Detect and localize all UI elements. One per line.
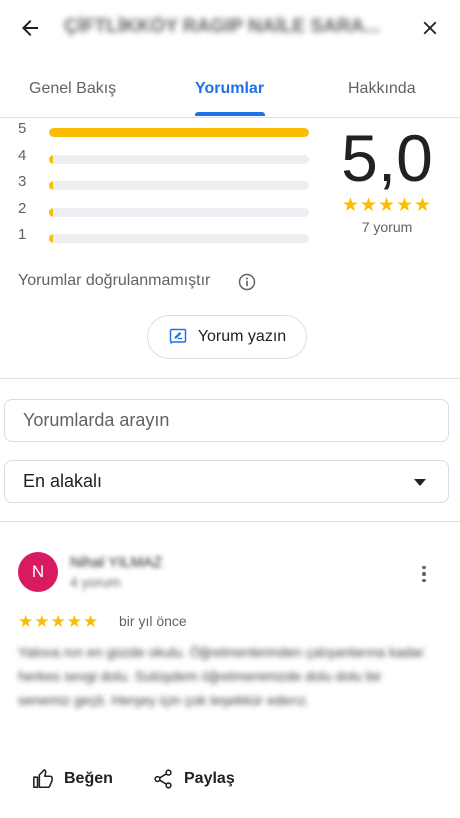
share-icon [154, 769, 172, 789]
sort-selected-value: En alakalı [23, 471, 103, 491]
app-header: ÇİFTLİKKÖY RAGIP NAİLE SARA... [0, 0, 460, 56]
review-stars-icon: ★★★★★ [18, 612, 100, 631]
histogram-bar-track [49, 181, 309, 190]
histogram-bar-fill [49, 128, 309, 137]
histogram-label: 3 [18, 173, 27, 190]
info-icon[interactable] [237, 272, 257, 292]
histogram-label: 2 [18, 199, 27, 217]
active-tab-indicator [195, 112, 265, 116]
histogram-bar-fill [49, 181, 53, 190]
share-label: Paylaş [184, 770, 235, 787]
section-divider [0, 521, 460, 522]
average-rating: 5,0 [341, 121, 433, 195]
histogram-row[interactable]: 2 [18, 200, 318, 226]
more-options-icon[interactable] [414, 562, 434, 586]
sort-dropdown[interactable]: En alakalı [4, 460, 449, 503]
back-button[interactable] [14, 12, 46, 44]
histogram-bar-track [49, 207, 309, 217]
histogram-bar-fill [49, 234, 53, 243]
write-review-button[interactable]: Yorum yazın [147, 315, 307, 359]
histogram-row[interactable]: 4 [18, 147, 318, 173]
tab-about[interactable]: Hakkında [348, 80, 416, 98]
close-button[interactable] [414, 12, 446, 44]
share-button[interactable]: Paylaş [152, 768, 235, 790]
thumb-up-icon [33, 769, 53, 789]
histogram-bar-fill [49, 207, 53, 217]
histogram-label: 4 [18, 146, 27, 164]
review-count[interactable]: 7 yorum [325, 219, 449, 235]
histogram-bar-fill [49, 154, 53, 164]
histogram-row[interactable]: 3 [18, 173, 318, 199]
reviews-not-verified-text: Yorumlar doğrulanmamıştır [18, 272, 211, 289]
histogram-label: 5 [18, 120, 27, 137]
arrow-back-icon [22, 20, 38, 36]
histogram-row[interactable]: 1 [18, 226, 318, 252]
close-icon [423, 21, 437, 35]
tab-overview[interactable]: Genel Bakış [29, 80, 116, 98]
reviewer-name[interactable]: Nihal YILMAZ [70, 554, 162, 571]
histogram-row[interactable]: 5 [18, 120, 318, 146]
review-text: Yalova nın en güzde okulu. Öğretmenlerin… [18, 644, 424, 708]
histogram-label: 1 [18, 226, 27, 243]
reviewer-avatar[interactable]: N [18, 552, 58, 592]
review-time: bir yıl önce [119, 613, 187, 629]
section-divider [0, 378, 460, 379]
rate-review-icon [169, 328, 187, 345]
tab-reviews[interactable]: Yorumlar [195, 80, 264, 98]
place-title: ÇİFTLİKKÖY RAGIP NAİLE SARA... [64, 16, 380, 37]
like-button[interactable]: Beğen [32, 768, 113, 790]
histogram-bar-track [49, 128, 309, 137]
tab-bar: Genel Bakış Yorumlar Hakkında [0, 64, 460, 118]
review-search-input[interactable] [23, 410, 430, 431]
write-review-label: Yorum yazın [197, 328, 287, 345]
histogram-bar-track [49, 234, 309, 243]
rating-stars-icon: ★★★★★ [341, 195, 433, 216]
dropdown-arrow-icon [414, 479, 426, 486]
reviewer-meta: 4 yorum [70, 574, 121, 590]
histogram-bar-track [49, 154, 309, 164]
review-search-box[interactable] [4, 399, 449, 442]
like-label: Beğen [64, 770, 113, 787]
